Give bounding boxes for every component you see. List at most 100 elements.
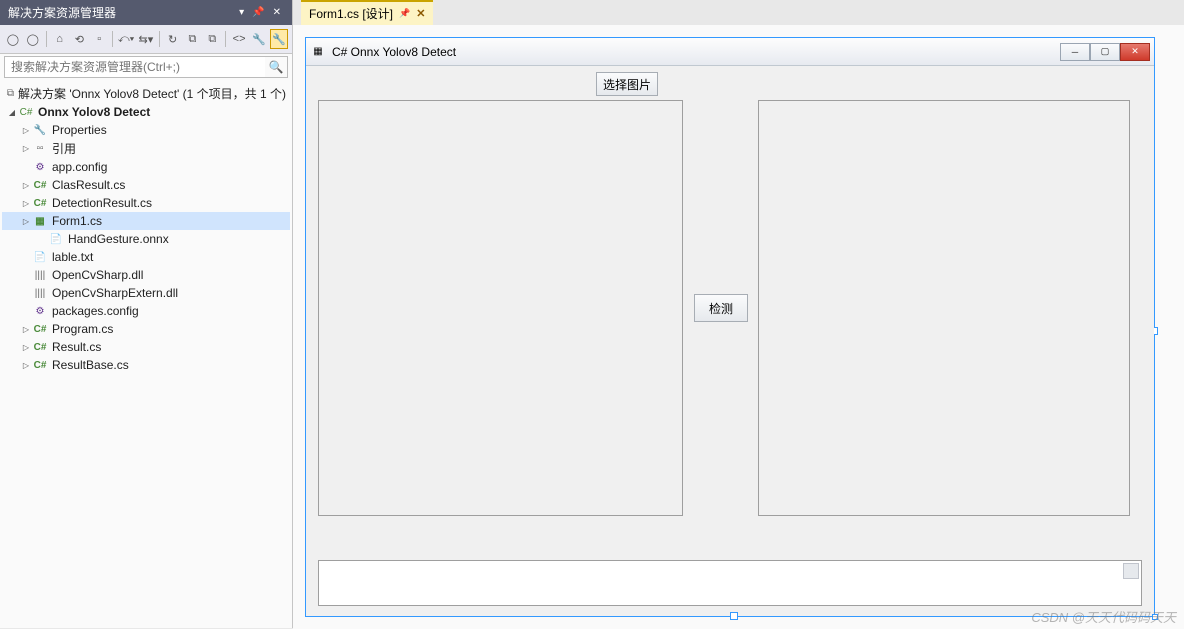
- tree-detectionresult[interactable]: ▷ C# DetectionResult.cs: [2, 194, 290, 212]
- designer-surface[interactable]: ▦ C# Onnx Yolov8 Detect ─ ▢ ✕ 选择图片 检测: [293, 25, 1184, 629]
- item-label: Program.cs: [52, 322, 113, 336]
- pin-icon[interactable]: 📌: [249, 7, 267, 18]
- csharp-file-icon: C#: [32, 321, 48, 337]
- minimize-button[interactable]: ─: [1060, 43, 1090, 61]
- tree-packagesconfig[interactable]: ⚙ packages.config: [2, 302, 290, 320]
- button-label: 检测: [709, 300, 733, 317]
- item-label: Form1.cs: [52, 214, 102, 228]
- text-file-icon: 📄: [32, 249, 48, 265]
- form-icon: ▦: [310, 44, 326, 60]
- document-tab-bar: Form1.cs [设计] 📌 ✕: [293, 0, 1184, 25]
- picturebox-left[interactable]: [318, 100, 683, 516]
- maximize-button[interactable]: ▢: [1090, 43, 1120, 61]
- item-label: lable.txt: [52, 250, 93, 264]
- forward-icon[interactable]: ◯: [24, 29, 42, 49]
- watermark: CSDN @天天代码码天天: [1031, 607, 1176, 626]
- form-body: 选择图片 检测: [306, 66, 1154, 616]
- picturebox-right[interactable]: [758, 100, 1130, 516]
- tab-label: Form1.cs [设计]: [309, 5, 393, 22]
- document-tab-form1[interactable]: Form1.cs [设计] 📌 ✕: [301, 0, 433, 25]
- dll-icon: ||||: [32, 285, 48, 301]
- expand-icon[interactable]: ⇆▾: [137, 29, 155, 49]
- form-window[interactable]: ▦ C# Onnx Yolov8 Detect ─ ▢ ✕ 选择图片 检测: [305, 37, 1155, 617]
- collapse-icon[interactable]: ⤺▾: [117, 29, 135, 49]
- item-label: ResultBase.cs: [52, 358, 129, 372]
- tree-handgesture[interactable]: 📄 HandGesture.onnx: [2, 230, 290, 248]
- form-title: C# Onnx Yolov8 Detect: [332, 45, 456, 59]
- expander-icon[interactable]: ◢: [6, 108, 18, 117]
- item-label: 引用: [52, 140, 76, 157]
- home-icon[interactable]: ⌂: [51, 29, 69, 49]
- expander-icon[interactable]: ▷: [20, 343, 32, 352]
- csharp-file-icon: C#: [32, 177, 48, 193]
- config-icon: ⚙: [32, 159, 48, 175]
- view-code-icon[interactable]: <>: [230, 29, 248, 49]
- expander-icon[interactable]: ▷: [20, 126, 32, 135]
- preview-icon[interactable]: 🔧: [270, 29, 288, 49]
- search-icon[interactable]: 🔍: [265, 57, 287, 77]
- close-icon[interactable]: ✕: [416, 7, 425, 20]
- files-icon[interactable]: ⧉: [203, 29, 221, 49]
- detect-button[interactable]: 检测: [694, 294, 748, 322]
- tree-result[interactable]: ▷ C# Result.cs: [2, 338, 290, 356]
- tree-project[interactable]: ◢ C# Onnx Yolov8 Detect: [2, 103, 290, 121]
- back-icon[interactable]: ◯: [4, 29, 22, 49]
- tree-clasresult[interactable]: ▷ C# ClasResult.cs: [2, 176, 290, 194]
- properties-icon[interactable]: 🔧: [250, 29, 268, 49]
- item-label: Result.cs: [52, 340, 101, 354]
- references-icon: ▫▫: [32, 141, 48, 157]
- tree-form1[interactable]: ▷ ▦ Form1.cs: [2, 212, 290, 230]
- close-icon[interactable]: ✕: [270, 7, 284, 18]
- tree-resultbase[interactable]: ▷ C# ResultBase.cs: [2, 356, 290, 374]
- form-icon: ▦: [32, 213, 48, 229]
- window-buttons: ─ ▢ ✕: [1060, 43, 1150, 61]
- panel-controls: ▾ 📌 ✕: [236, 7, 284, 18]
- item-label: app.config: [52, 160, 107, 174]
- expander-icon[interactable]: ▷: [20, 325, 32, 334]
- search-input[interactable]: [5, 57, 265, 77]
- tree-opencvsharp[interactable]: |||| OpenCvSharp.dll: [2, 266, 290, 284]
- search-box: 🔍: [4, 56, 288, 78]
- sync-icon[interactable]: ⟲: [70, 29, 88, 49]
- scrollbar-up-icon[interactable]: [1123, 563, 1139, 579]
- dll-icon: ||||: [32, 267, 48, 283]
- tree-solution[interactable]: ⧉ 解决方案 'Onnx Yolov8 Detect' (1 个项目，共 1 个…: [2, 84, 290, 103]
- item-label: HandGesture.onnx: [68, 232, 169, 246]
- show-all-icon[interactable]: ▫: [90, 29, 108, 49]
- output-textbox[interactable]: [318, 560, 1142, 606]
- item-label: ClasResult.cs: [52, 178, 125, 192]
- pin-icon[interactable]: 📌: [399, 8, 410, 19]
- solution-explorer-title: 解决方案资源管理器: [8, 4, 116, 21]
- solution-explorer-toolbar: ◯ ◯ ⌂ ⟲ ▫ ⤺▾ ⇆▾ ↻ ⧉ ⧉ <> 🔧 🔧: [0, 25, 292, 54]
- expander-icon[interactable]: ▷: [20, 144, 32, 153]
- item-label: Properties: [52, 123, 107, 137]
- item-label: packages.config: [52, 304, 139, 318]
- tree-program[interactable]: ▷ C# Program.cs: [2, 320, 290, 338]
- expander-icon[interactable]: ▷: [20, 181, 32, 190]
- wrench-icon: 🔧: [32, 122, 48, 138]
- item-label: OpenCvSharpExtern.dll: [52, 286, 178, 300]
- item-label: DetectionResult.cs: [52, 196, 152, 210]
- expander-icon[interactable]: ▷: [20, 361, 32, 370]
- expander-icon[interactable]: ▷: [20, 199, 32, 208]
- project-label: Onnx Yolov8 Detect: [38, 105, 150, 119]
- tree-lable[interactable]: 📄 lable.txt: [2, 248, 290, 266]
- select-image-button[interactable]: 选择图片: [596, 72, 658, 96]
- csharp-file-icon: C#: [32, 339, 48, 355]
- csharp-project-icon: C#: [18, 104, 34, 120]
- panel-dropdown-icon[interactable]: ▾: [236, 7, 247, 18]
- solution-tree: ⧉ 解决方案 'Onnx Yolov8 Detect' (1 个项目，共 1 个…: [0, 80, 292, 378]
- expander-icon[interactable]: ▷: [20, 217, 32, 226]
- tree-references[interactable]: ▷ ▫▫ 引用: [2, 139, 290, 158]
- form-titlebar: ▦ C# Onnx Yolov8 Detect ─ ▢ ✕: [306, 38, 1154, 66]
- csharp-file-icon: C#: [32, 195, 48, 211]
- tree-properties[interactable]: ▷ 🔧 Properties: [2, 121, 290, 139]
- file-icon: 📄: [48, 231, 64, 247]
- copy-icon[interactable]: ⧉: [184, 29, 202, 49]
- tree-opencvsharpextern[interactable]: |||| OpenCvSharpExtern.dll: [2, 284, 290, 302]
- tree-appconfig[interactable]: ⚙ app.config: [2, 158, 290, 176]
- csharp-file-icon: C#: [32, 357, 48, 373]
- solution-icon: ⧉: [7, 86, 14, 102]
- close-button[interactable]: ✕: [1120, 43, 1150, 61]
- refresh-icon[interactable]: ↻: [164, 29, 182, 49]
